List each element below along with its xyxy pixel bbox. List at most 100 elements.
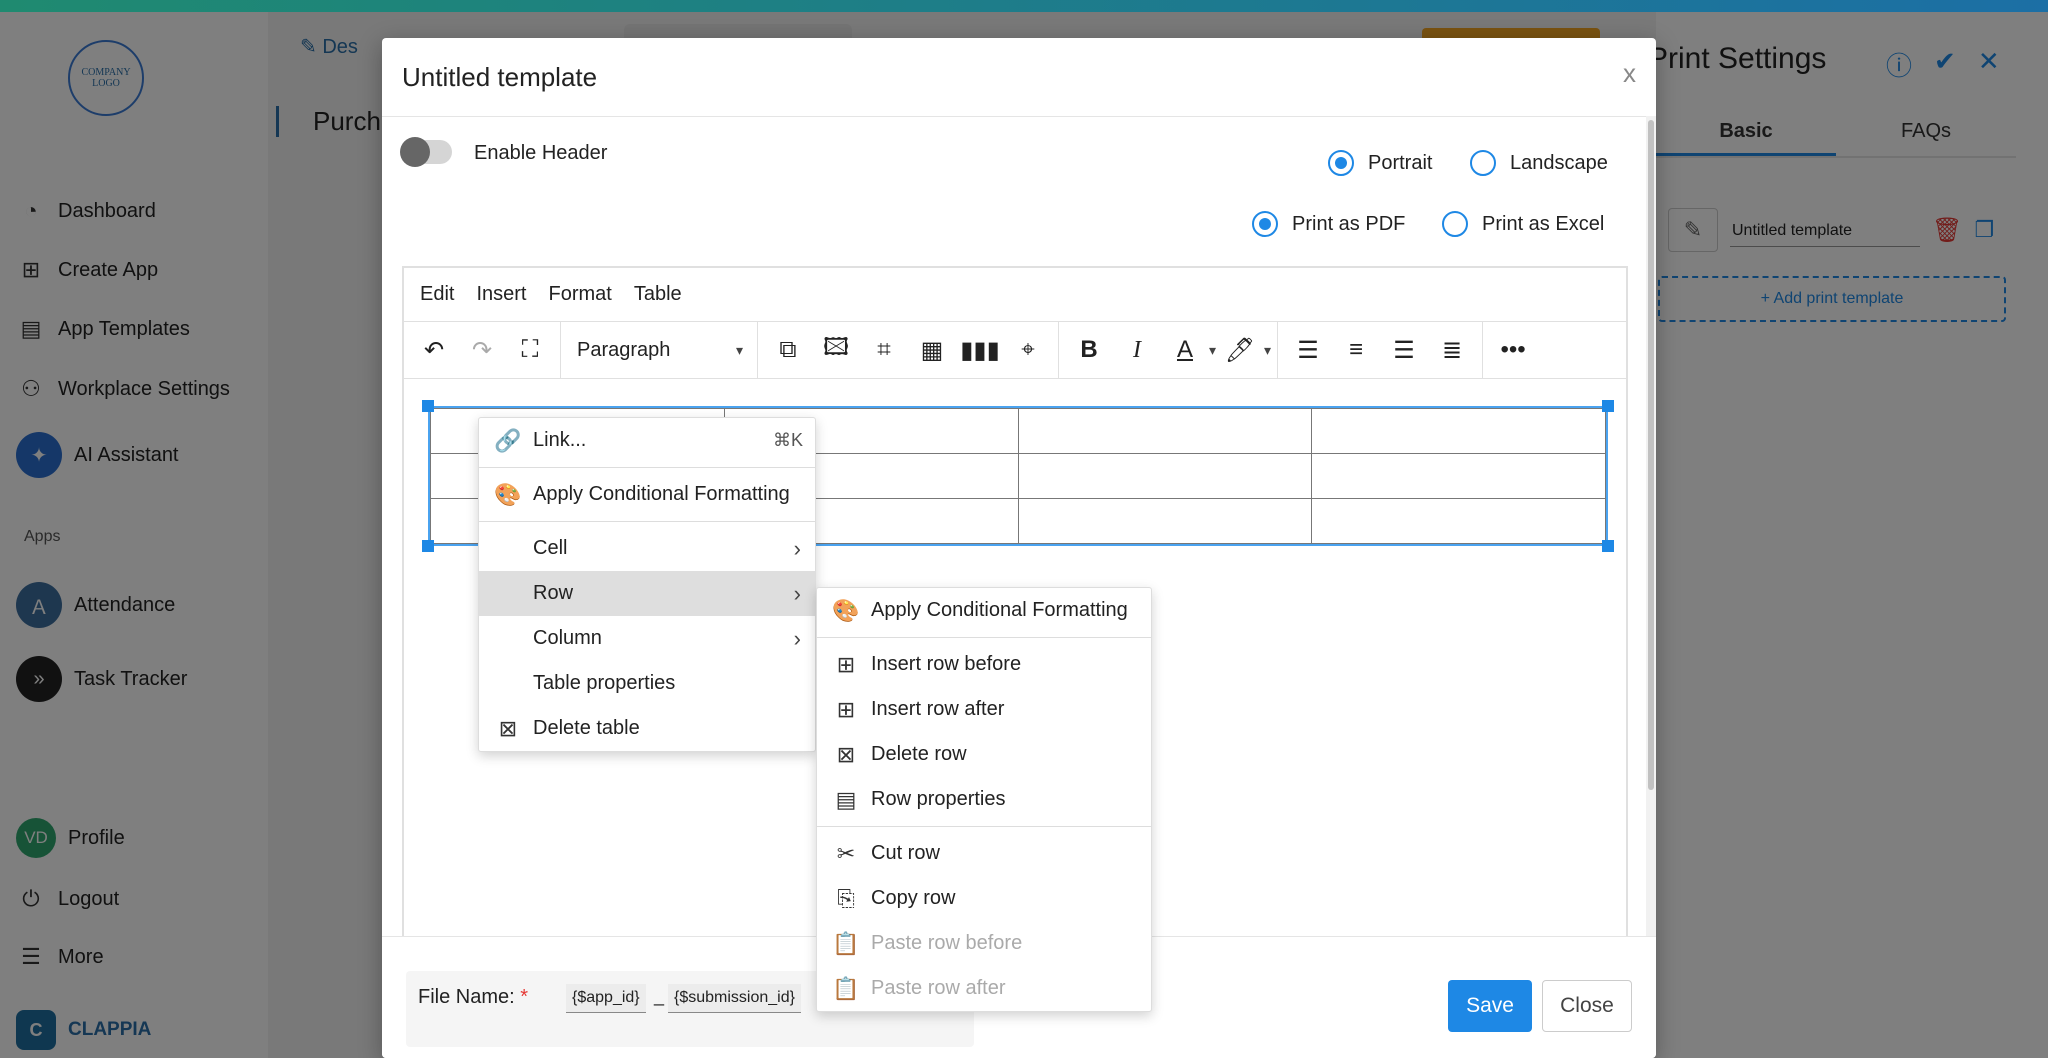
barcode-icon[interactable]: ▮▮▮: [956, 330, 1004, 370]
submenu-item-delete-row[interactable]: ⊠ Delete row: [817, 732, 1151, 777]
menu-item-label: Link...: [533, 429, 587, 451]
paste-row-after-icon: 📋: [832, 975, 860, 1001]
menu-table[interactable]: Table: [634, 283, 682, 306]
block-format-group: Paragraph ▾: [561, 322, 758, 378]
resize-handle[interactable]: [1602, 400, 1614, 412]
block-format-value: Paragraph: [577, 338, 671, 361]
file-name-chip-submission-id[interactable]: {$submission_id}: [668, 984, 801, 1013]
radio-label: Print as PDF: [1292, 212, 1406, 235]
crop-image-icon[interactable]: ⌗: [860, 330, 908, 370]
copy-row-icon: ⎘: [837, 885, 855, 911]
radio-portrait[interactable]: Portrait: [1328, 150, 1432, 176]
chevron-right-icon: ›: [793, 625, 801, 651]
submenu-item-insert-row-after[interactable]: ⊞ Insert row after: [817, 687, 1151, 732]
insert-group: ⧉ 🖾 ⌗ ▦ ▮▮▮ ⌖: [758, 322, 1059, 378]
align-left-icon[interactable]: ☰: [1284, 330, 1332, 370]
menu-item-column[interactable]: Column ›: [479, 616, 815, 661]
radio-print-pdf[interactable]: Print as PDF: [1252, 211, 1405, 237]
radio-print-excel[interactable]: Print as Excel: [1442, 211, 1604, 237]
table-context-menu: 🔗 Link... ⌘K 🎨 Apply Conditional Formatt…: [478, 417, 816, 752]
highlight-color-icon[interactable]: 🖊: [1216, 330, 1264, 370]
radio-button[interactable]: [1328, 150, 1354, 176]
submenu-item-paste-row-after[interactable]: 📋 Paste row after: [817, 966, 1151, 1011]
chevron-down-icon[interactable]: ▾: [1264, 342, 1271, 359]
shortcut-label: ⌘K: [772, 430, 803, 450]
location-pin-icon[interactable]: ⌖: [1004, 330, 1052, 370]
text-format-group: B I A ▾ 🖊 ▾: [1059, 322, 1279, 378]
scrollbar-thumb[interactable]: [1648, 120, 1654, 790]
block-format-select[interactable]: Paragraph ▾: [567, 330, 751, 370]
menu-item-delete-table[interactable]: ⊠ Delete table: [479, 706, 815, 751]
resize-handle[interactable]: [1602, 540, 1614, 552]
table-cell[interactable]: [1017, 408, 1313, 454]
menu-item-apply-conditional-formatting[interactable]: 🎨 Apply Conditional Formatting: [479, 472, 815, 517]
more-group: •••: [1483, 322, 1543, 378]
row-properties-icon: ▤: [835, 786, 857, 812]
menu-divider: [479, 467, 815, 468]
cut-row-icon: ✂: [836, 840, 856, 866]
resize-handle[interactable]: [422, 540, 434, 552]
bold-icon[interactable]: B: [1065, 330, 1113, 370]
text-color-icon[interactable]: A: [1161, 330, 1209, 370]
table-cell[interactable]: [1017, 453, 1313, 499]
chevron-down-icon[interactable]: ▾: [1209, 342, 1216, 359]
submenu-item-cut-row[interactable]: ✂ Cut row: [817, 831, 1151, 876]
insert-field-icon[interactable]: ⧉: [764, 330, 812, 370]
submenu-item-copy-row[interactable]: ⎘ Copy row: [817, 876, 1151, 921]
editor-toolbar: ↶ ↷ ⛶ Paragraph ▾ ⧉ 🖾 ⌗ ▦ ▮▮▮ ⌖ B I A ▾ …: [404, 322, 1626, 379]
chevron-down-icon: ▾: [735, 341, 743, 358]
submenu-item-paste-row-before[interactable]: 📋 Paste row before: [817, 921, 1151, 966]
paste-row-before-icon: 📋: [832, 930, 860, 956]
radio-label: Landscape: [1510, 151, 1608, 174]
menu-item-label: Apply Conditional Formatting: [533, 483, 790, 505]
menu-divider: [817, 637, 1151, 638]
menu-item-label: Copy row: [871, 887, 956, 909]
menu-item-row[interactable]: Row ›: [479, 571, 815, 616]
submenu-item-row-properties[interactable]: ▤ Row properties: [817, 777, 1151, 822]
palette-icon: 🎨: [832, 597, 860, 623]
save-button[interactable]: Save: [1448, 980, 1532, 1032]
file-name-separator: _: [654, 986, 665, 1006]
redo-icon[interactable]: ↷: [458, 330, 506, 370]
undo-icon[interactable]: ↶: [410, 330, 458, 370]
align-center-icon[interactable]: ≡: [1332, 330, 1380, 370]
menu-item-label: Insert row before: [871, 653, 1022, 675]
menu-edit[interactable]: Edit: [420, 283, 454, 306]
align-right-icon[interactable]: ☰: [1380, 330, 1428, 370]
table-cell[interactable]: [1017, 498, 1313, 544]
radio-landscape[interactable]: Landscape: [1470, 150, 1608, 176]
enable-header-toggle[interactable]: [400, 137, 452, 167]
qr-code-icon[interactable]: ▦: [908, 330, 956, 370]
image-icon[interactable]: 🖾: [812, 330, 860, 370]
toggle-knob: [400, 137, 430, 167]
table-cell[interactable]: [1311, 498, 1606, 544]
menu-item-link[interactable]: 🔗 Link... ⌘K: [479, 418, 815, 463]
row-submenu: 🎨 Apply Conditional Formatting ⊞ Insert …: [816, 587, 1152, 1012]
more-icon[interactable]: •••: [1489, 330, 1537, 370]
close-button[interactable]: Close: [1542, 980, 1632, 1032]
menu-item-label: Apply Conditional Formatting: [871, 599, 1128, 621]
menu-item-label: Delete row: [871, 743, 967, 765]
table-cell[interactable]: [1311, 453, 1606, 499]
menu-item-table-properties[interactable]: Table properties: [479, 661, 815, 706]
radio-button[interactable]: [1470, 150, 1496, 176]
italic-icon[interactable]: I: [1113, 330, 1161, 370]
top-accent-bar: [0, 0, 2048, 12]
align-justify-icon[interactable]: ≣: [1428, 330, 1476, 370]
menu-format[interactable]: Format: [549, 283, 612, 306]
delete-table-icon: ⊠: [498, 715, 518, 741]
fullscreen-icon[interactable]: ⛶: [506, 330, 554, 370]
resize-handle[interactable]: [422, 400, 434, 412]
radio-button[interactable]: [1252, 211, 1278, 237]
menu-item-cell[interactable]: Cell ›: [479, 526, 815, 571]
menu-item-label: Cell: [533, 537, 568, 559]
modal-close-x[interactable]: x: [1623, 58, 1636, 89]
radio-button[interactable]: [1442, 211, 1468, 237]
submenu-item-apply-conditional-formatting[interactable]: 🎨 Apply Conditional Formatting: [817, 588, 1151, 633]
palette-icon: 🎨: [494, 481, 522, 507]
table-cell[interactable]: [1311, 408, 1606, 454]
menu-divider: [479, 521, 815, 522]
file-name-chip-app-id[interactable]: {$app_id}: [566, 984, 646, 1013]
submenu-item-insert-row-before[interactable]: ⊞ Insert row before: [817, 642, 1151, 687]
menu-insert[interactable]: Insert: [476, 283, 526, 306]
